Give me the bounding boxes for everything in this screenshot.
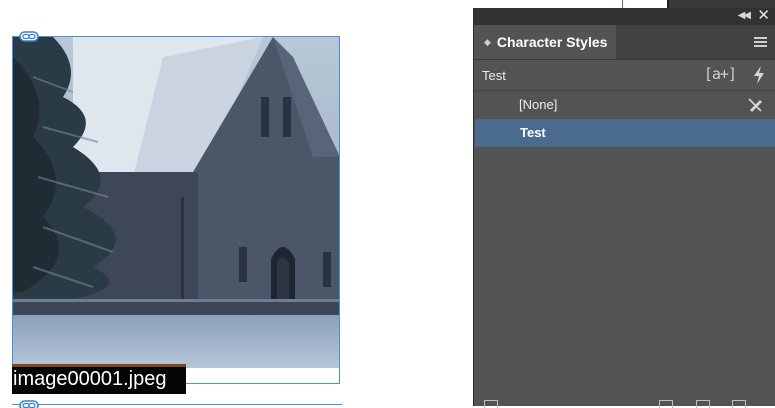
- panel-tab-bar: ◆ Character Styles: [474, 25, 775, 60]
- tab-character-styles[interactable]: ◆ Character Styles: [474, 25, 616, 59]
- tab-label: Character Styles: [496, 34, 608, 50]
- character-styles-panel: ◀◀ ✕ ◆ Character Styles Test [a+] [None]…: [473, 8, 775, 408]
- current-style-bar: Test [a+]: [474, 60, 775, 91]
- panel-title-bar[interactable]: ◀◀ ✕: [474, 8, 775, 25]
- new-style-button[interactable]: [696, 400, 710, 408]
- tab-toggle-icon[interactable]: ◆: [484, 37, 491, 48]
- style-override-icon[interactable]: [484, 400, 498, 408]
- no-edit-icon: [748, 98, 762, 112]
- list-item-test[interactable]: Test: [475, 119, 775, 147]
- image-frame[interactable]: [12, 36, 340, 384]
- panel-close-icon[interactable]: ✕: [757, 8, 770, 24]
- next-frame-edge[interactable]: [12, 404, 342, 408]
- style-label: [None]: [519, 97, 558, 112]
- panel-footer: [474, 400, 775, 408]
- styles-list: [None] Test: [474, 91, 775, 147]
- panel-collapse-icon[interactable]: ◀◀: [738, 9, 751, 23]
- panel-menu-icon[interactable]: [754, 37, 767, 47]
- quick-apply-icon[interactable]: [752, 65, 766, 85]
- column-guide: [622, 0, 623, 8]
- list-item-none[interactable]: [None]: [474, 91, 775, 119]
- trash-icon[interactable]: [732, 400, 746, 408]
- current-style-name: Test: [482, 68, 506, 83]
- link-icon[interactable]: [19, 31, 39, 42]
- new-style-icon[interactable]: [a+]: [704, 65, 737, 83]
- document-canvas: image00001.jpeg: [0, 0, 775, 408]
- folder-icon[interactable]: [659, 400, 673, 408]
- image-caption[interactable]: image00001.jpeg: [12, 364, 186, 394]
- style-label: Test: [520, 125, 546, 140]
- link-icon[interactable]: [19, 400, 39, 408]
